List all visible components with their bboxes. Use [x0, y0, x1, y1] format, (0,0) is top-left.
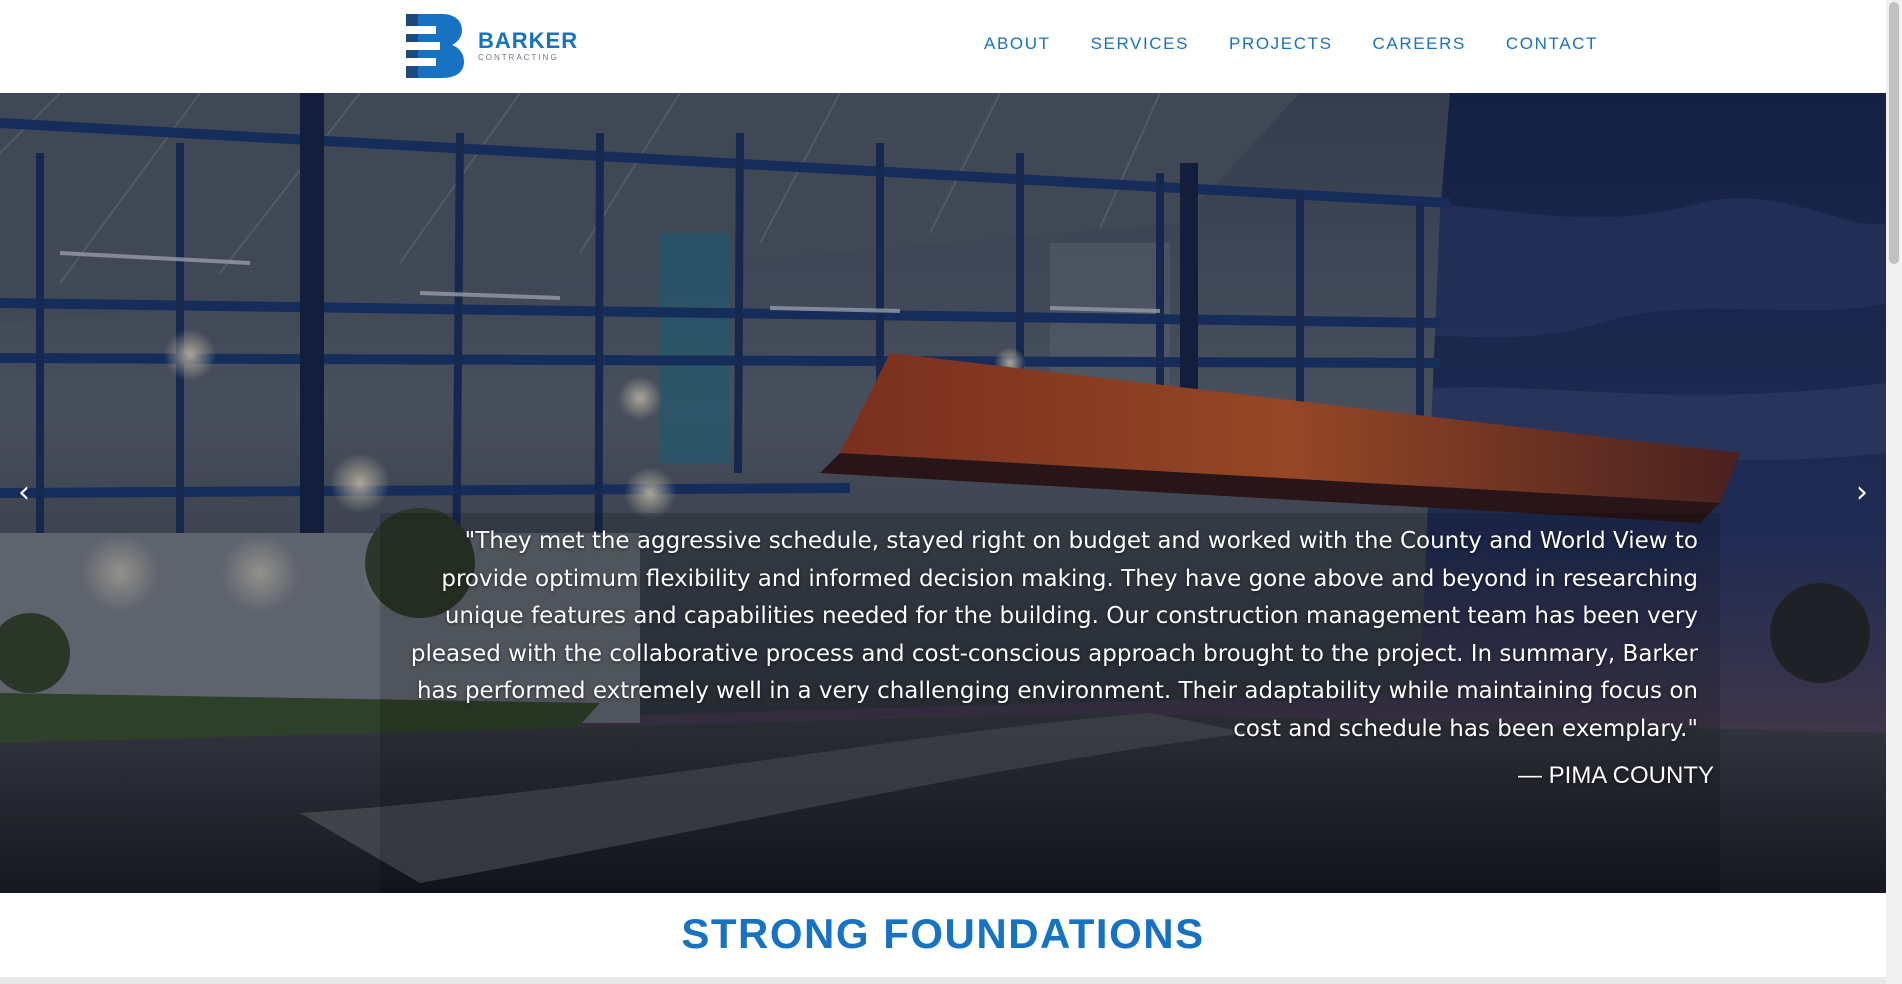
logo[interactable]: BARKER CONTRACTING [404, 12, 578, 80]
page: BARKER CONTRACTING ABOUT SERVICES PROJEC… [0, 0, 1902, 984]
brand-tagline: CONTRACTING [478, 53, 559, 62]
page-bottom-edge [0, 977, 1886, 984]
site-header: BARKER CONTRACTING ABOUT SERVICES PROJEC… [0, 0, 1886, 93]
scrollbar-thumb[interactable] [1889, 2, 1899, 264]
section-title: STRONG FOUNDATIONS [681, 910, 1205, 957]
chevron-left-icon[interactable]: ‹ [8, 476, 40, 510]
brand-name: BARKER [478, 28, 579, 53]
page-scrollbar[interactable] [1886, 0, 1902, 984]
main-nav: ABOUT SERVICES PROJECTS CAREERS CONTACT [984, 34, 1598, 54]
nav-about[interactable]: ABOUT [984, 34, 1051, 54]
testimonial-author: — PIMA COUNTY [1517, 762, 1714, 789]
nav-careers[interactable]: CAREERS [1373, 34, 1466, 54]
testimonial-quote: "They met the aggressive schedule, staye… [410, 528, 1698, 742]
barker-logo-icon [406, 14, 464, 78]
nav-contact[interactable]: CONTACT [1506, 34, 1598, 54]
nav-services[interactable]: SERVICES [1091, 34, 1189, 54]
nav-projects[interactable]: PROJECTS [1229, 34, 1332, 54]
chevron-right-icon[interactable]: › [1846, 476, 1878, 510]
